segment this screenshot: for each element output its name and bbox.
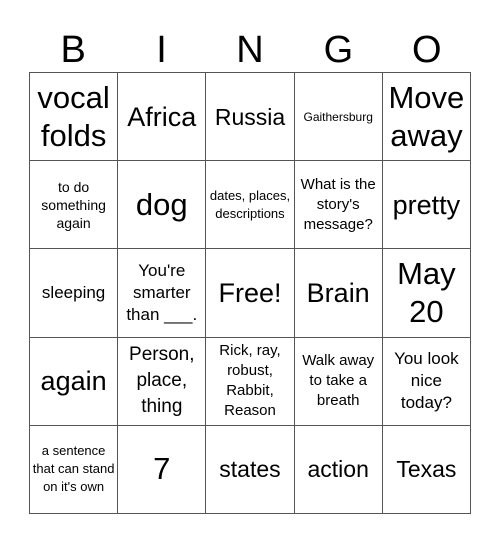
cell-text: You look nice today?: [394, 349, 459, 413]
bingo-cell[interactable]: vocal folds: [30, 73, 119, 162]
bingo-cell[interactable]: Russia: [206, 73, 295, 162]
cell-text: dates, places, descriptions: [209, 187, 291, 221]
cell-text: Person, place, thing: [129, 344, 195, 418]
cell-text: Gaithersburg: [303, 109, 373, 124]
bingo-cell[interactable]: Africa: [118, 73, 207, 162]
bingo-cell[interactable]: What is the story's message?: [294, 161, 383, 250]
header-letter-o: O: [411, 29, 442, 71]
cell-text: to do something again: [41, 178, 106, 231]
cell-text: again: [40, 366, 107, 397]
cell-text: Africa: [127, 101, 197, 132]
bingo-cell[interactable]: to do something again: [30, 161, 119, 250]
bingo-cell[interactable]: Brain: [294, 249, 383, 338]
header-letter-b: B: [60, 29, 86, 71]
cell-text: Walk away to take a breath: [302, 352, 375, 410]
bingo-cell[interactable]: Gaithersburg: [294, 73, 383, 162]
bingo-cell[interactable]: dog: [118, 161, 207, 250]
cell-text: action: [307, 456, 369, 483]
cell-text: You're smarter than ___.: [126, 260, 198, 324]
bingo-cell[interactable]: You look nice today?: [382, 337, 471, 426]
cell-text: vocal folds: [37, 79, 110, 153]
bingo-cell[interactable]: Rick, ray, robust, Rabbit, Reason: [206, 337, 295, 426]
cell-text: Rick, ray, robust, Rabbit, Reason: [219, 342, 281, 420]
bingo-cell[interactable]: pretty: [382, 161, 471, 250]
cell-text: pretty: [392, 189, 461, 220]
bingo-cell[interactable]: 7: [118, 425, 207, 514]
cell-text: 7: [153, 451, 171, 487]
cell-text: Move away: [388, 79, 465, 153]
bingo-header: B I N G O: [29, 28, 471, 72]
cell-text: sleeping: [41, 282, 106, 302]
bingo-cell[interactable]: dates, places, descriptions: [206, 161, 295, 250]
cell-text: May 20: [397, 255, 456, 329]
cell-text: Russia: [214, 103, 286, 130]
bingo-cell[interactable]: Move away: [382, 73, 471, 162]
bingo-grid: vocal folds Africa Russia Gaithersburg M…: [29, 72, 471, 514]
bingo-cell[interactable]: You're smarter than ___.: [118, 249, 207, 338]
bingo-cell[interactable]: May 20: [382, 249, 471, 338]
cell-text: Texas: [396, 456, 457, 483]
header-letter-n: N: [236, 29, 264, 71]
cell-text: states: [219, 456, 281, 483]
cell-text: Brain: [306, 277, 370, 308]
bingo-cell[interactable]: again: [30, 337, 119, 426]
free-space[interactable]: Free!: [206, 249, 295, 338]
bingo-cell[interactable]: Texas: [382, 425, 471, 514]
bingo-cell[interactable]: Walk away to take a breath: [294, 337, 383, 426]
header-letter-g: G: [323, 29, 354, 71]
bingo-cell[interactable]: states: [206, 425, 295, 514]
bingo-cell[interactable]: a sentence that can stand on it's own: [30, 425, 119, 514]
cell-text: What is the story's message?: [300, 175, 376, 233]
cell-text: Free!: [218, 277, 282, 308]
cell-text: a sentence that can stand on it's own: [32, 443, 115, 495]
header-letter-i: I: [156, 29, 167, 71]
bingo-cell[interactable]: Person, place, thing: [118, 337, 207, 426]
bingo-cell[interactable]: sleeping: [30, 249, 119, 338]
cell-text: dog: [135, 186, 188, 222]
bingo-cell[interactable]: action: [294, 425, 383, 514]
